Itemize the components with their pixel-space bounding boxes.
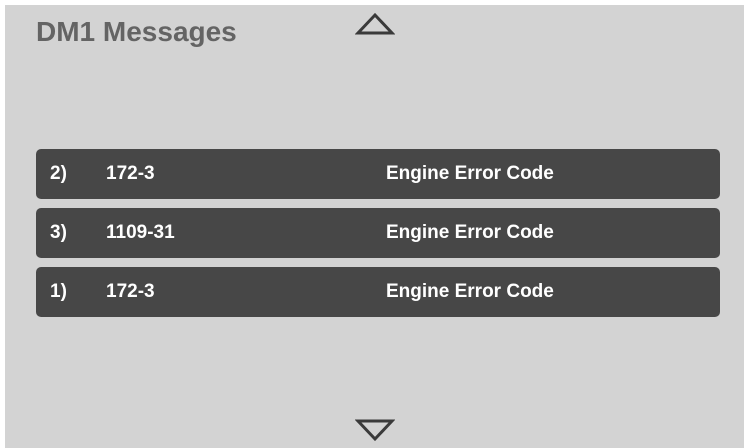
message-list: 2) 172-3 Engine Error Code 3) 1109-31 En… (36, 149, 720, 326)
message-code: 172-3 (106, 281, 155, 302)
scroll-up-button[interactable] (355, 12, 395, 36)
page-title: DM1 Messages (36, 16, 237, 47)
message-index: 3) (50, 222, 67, 243)
message-description: Engine Error Code (386, 222, 554, 243)
triangle-up-icon (355, 12, 395, 35)
message-row[interactable]: 3) 1109-31 Engine Error Code (36, 208, 720, 258)
triangle-down-icon (355, 419, 395, 442)
message-code: 1109-31 (106, 222, 175, 243)
scroll-down-button[interactable] (355, 418, 395, 442)
message-code: 172-3 (106, 163, 155, 184)
message-index: 1) (50, 281, 67, 302)
message-row[interactable]: 1) 172-3 Engine Error Code (36, 267, 720, 317)
dm1-screen: DM1 Messages 2) 172-3 Engine Error Code … (5, 5, 744, 448)
message-index: 2) (50, 163, 67, 184)
message-row[interactable]: 2) 172-3 Engine Error Code (36, 149, 720, 199)
message-description: Engine Error Code (386, 281, 554, 302)
message-description: Engine Error Code (386, 163, 554, 184)
